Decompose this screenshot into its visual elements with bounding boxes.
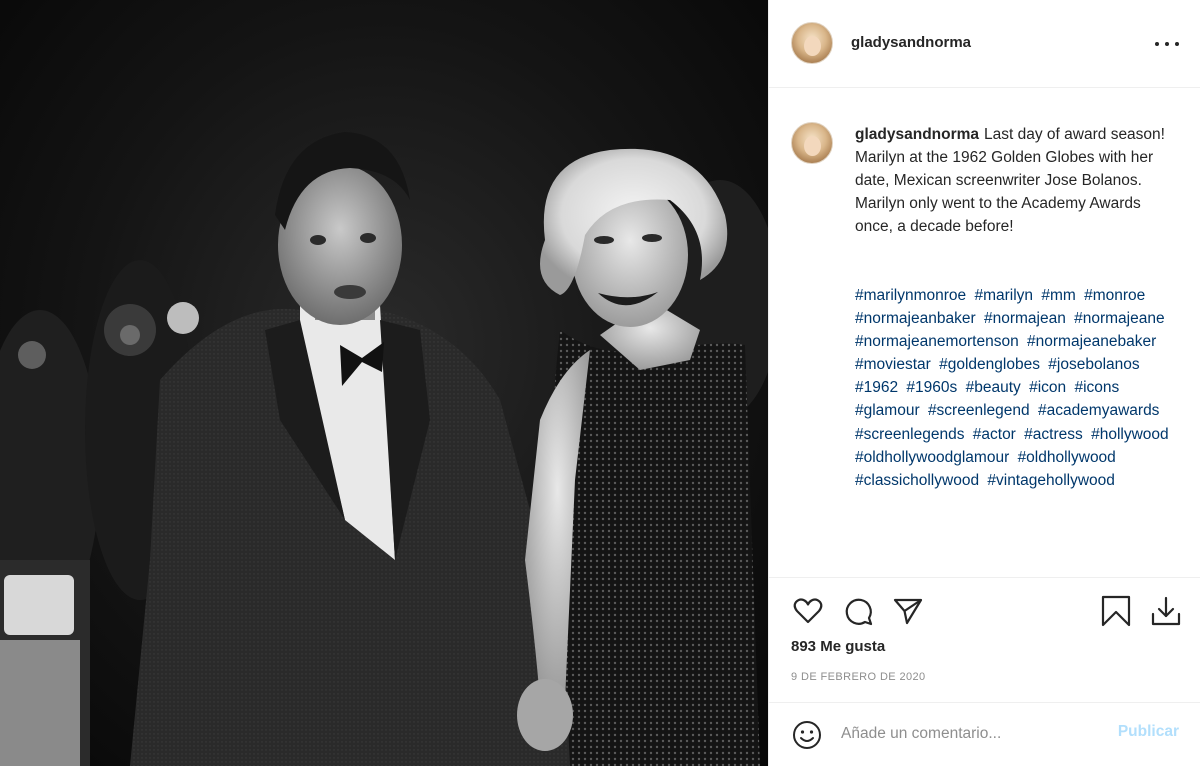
publish-button[interactable]: Publicar	[1118, 723, 1179, 741]
hashtag-link[interactable]: #oldhollywoodglamour	[855, 449, 1009, 466]
hashtag-link[interactable]: #hollywood	[1091, 426, 1169, 443]
hashtag-link[interactable]: #classichollywood	[855, 472, 979, 489]
comment-icon[interactable]	[841, 594, 875, 628]
hashtag-link[interactable]: #oldhollywood	[1018, 449, 1116, 466]
post-actions: 893 Me gusta 9 DE FEBRERO DE 2020 Public…	[769, 577, 1200, 766]
emoji-icon[interactable]	[791, 719, 823, 751]
hashtag-link[interactable]: #screenlegends	[855, 426, 964, 443]
comment-bar: Publicar	[769, 702, 1200, 766]
hashtag-link[interactable]: #moviestar	[855, 356, 931, 373]
hashtag-link[interactable]: #icons	[1074, 379, 1119, 396]
post-side-panel: gladysandnorma gladysandnorma Last day of…	[768, 0, 1200, 766]
hashtag-link[interactable]: #goldenglobes	[939, 356, 1040, 373]
hashtag-link[interactable]: #normajeanemortenson	[855, 333, 1019, 350]
hashtag-link[interactable]: #1960s	[906, 379, 957, 396]
hashtag-link[interactable]: #marilynmonroe	[855, 287, 966, 304]
more-options-icon[interactable]	[1155, 36, 1179, 52]
more-dot	[1155, 42, 1159, 46]
hashtag-link[interactable]: #josebolanos	[1048, 356, 1139, 373]
hashtag-link[interactable]: #beauty	[966, 379, 1021, 396]
hashtag-link[interactable]: #actor	[973, 426, 1016, 443]
hashtag-link[interactable]: #1962	[855, 379, 898, 396]
photo-illustration	[0, 132, 768, 766]
bookmark-icon[interactable]	[1099, 594, 1133, 628]
hashtag-link[interactable]: #icon	[1029, 379, 1066, 396]
hashtag-list: #marilynmonroe #marilyn #mm #monroe #nor…	[855, 284, 1173, 492]
hashtag-link[interactable]: #marilyn	[974, 287, 1033, 304]
more-dot	[1165, 42, 1169, 46]
post-caption: gladysandnorma Last day of award season! …	[855, 123, 1173, 238]
caption-username[interactable]: gladysandnorma	[855, 126, 979, 143]
hashtag-link[interactable]: #normajeanbaker	[855, 310, 976, 327]
hashtag-link[interactable]: #mm	[1041, 287, 1075, 304]
hashtag-link[interactable]: #normajeane	[1074, 310, 1164, 327]
more-dot	[1175, 42, 1179, 46]
post-date[interactable]: 9 DE FEBRERO DE 2020	[791, 671, 926, 683]
heart-icon[interactable]	[791, 594, 825, 628]
likes-count[interactable]: 893 Me gusta	[791, 638, 885, 655]
hashtag-link[interactable]: #normajeanebaker	[1027, 333, 1156, 350]
hashtag-link[interactable]: #normajean	[984, 310, 1066, 327]
post-header: gladysandnorma	[769, 0, 1200, 88]
hashtag-link[interactable]: #academyawards	[1038, 402, 1159, 419]
caption-avatar[interactable]	[791, 122, 833, 164]
post-photo[interactable]	[0, 0, 768, 766]
download-icon[interactable]	[1149, 594, 1183, 628]
paper-plane-icon[interactable]	[891, 594, 925, 628]
hashtag-link[interactable]: #actress	[1024, 426, 1083, 443]
comment-input[interactable]	[841, 721, 1101, 747]
caption-area: gladysandnorma Last day of award season! …	[769, 89, 1200, 577]
hashtag-link[interactable]: #monroe	[1084, 287, 1145, 304]
hashtag-link[interactable]: #screenlegend	[928, 402, 1030, 419]
hashtag-link[interactable]: #vintagehollywood	[987, 472, 1115, 489]
author-username[interactable]: gladysandnorma	[851, 34, 971, 51]
author-avatar[interactable]	[791, 22, 833, 64]
hashtag-link[interactable]: #glamour	[855, 402, 920, 419]
